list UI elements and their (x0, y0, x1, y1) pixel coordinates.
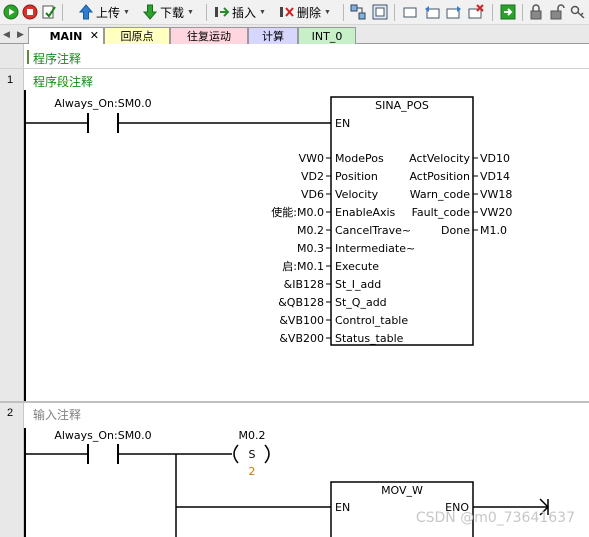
block-name: SINA_POS (375, 99, 429, 112)
upload-label: 上传 (96, 5, 121, 20)
contact-always-on-2[interactable] (87, 444, 119, 464)
input-operand[interactable]: M0.2 (297, 224, 324, 237)
network-2-comment[interactable]: 输入注释 (33, 406, 81, 423)
remove-bookmarks-icon[interactable] (468, 4, 484, 20)
tab-main-label: MAIN (49, 30, 83, 43)
output-operand[interactable]: VW20 (480, 206, 512, 219)
tab-home[interactable]: 回原点 (104, 27, 170, 44)
ladder-diagram: Always_On:SM0.0 SINA_POS EN VW0 ModePos VD… (0, 90, 589, 537)
network-divider (0, 401, 589, 403)
goto-icon[interactable] (500, 4, 516, 20)
contact-label: Always_On:SM0.0 (54, 429, 151, 442)
delete-button[interactable]: 删除 ▼ (279, 3, 331, 21)
output-operand[interactable]: M1.0 (480, 224, 507, 237)
tab-calc-label: 计算 (262, 30, 284, 43)
input-operand[interactable]: 启:M0.1 (282, 260, 324, 273)
block-name: MOV_W (381, 484, 423, 497)
input-pin-name: ModePos (335, 152, 384, 165)
tab-home-label: 回原点 (120, 30, 154, 43)
coil-type: S (249, 448, 256, 461)
en-pin: EN (335, 501, 350, 514)
input-operand[interactable]: &VB100 (279, 314, 324, 327)
input-pin-name: Control_table (335, 314, 408, 327)
output-operand[interactable]: VD10 (480, 152, 510, 165)
input-pin-name: Velocity (335, 188, 379, 201)
input-pin-name: Execute (335, 260, 379, 273)
delete-icon (279, 4, 295, 20)
tab-bar: ◀ ▶ MAIN ✕ 回原点 往复运动 计算 INT_0 (0, 25, 589, 45)
input-operand[interactable]: M0.3 (297, 242, 324, 255)
ladder-editor[interactable]: 程序注释 1 程序段注释 Always_On:SM0.0 SINA_POS EN… (0, 44, 589, 537)
delete-label: 删除 (297, 5, 322, 20)
chevron-down-icon[interactable]: ▼ (259, 9, 266, 16)
chevron-down-icon[interactable]: ▼ (123, 9, 130, 16)
input-pin-name: St_I_add (335, 278, 381, 291)
tab-reciprocate[interactable]: 往复运动 (170, 27, 248, 44)
compile-icon[interactable] (41, 4, 57, 20)
download-button[interactable]: 下载 ▼ (142, 3, 194, 21)
coil-count: 2 (249, 465, 256, 478)
insert-label: 插入 (232, 5, 257, 20)
watermark: CSDN @m0_73641637 (415, 510, 575, 526)
tab-reciprocate-label: 往复运动 (187, 30, 231, 43)
prev-bookmark-icon[interactable] (424, 4, 440, 20)
bookmark-icon[interactable] (372, 4, 388, 20)
key-icon[interactable] (570, 4, 586, 20)
network-view-icon[interactable] (350, 4, 366, 20)
stop-icon[interactable] (22, 4, 38, 20)
tab-main[interactable]: MAIN ✕ (28, 27, 104, 45)
output-operand[interactable]: VW18 (480, 188, 512, 201)
output-pin-name: Done (441, 224, 470, 237)
input-operand[interactable]: VW0 (299, 152, 324, 165)
tab-int0[interactable]: INT_0 (298, 27, 356, 44)
lock-icon[interactable] (528, 4, 544, 20)
input-operand[interactable]: VD2 (301, 170, 324, 183)
input-pin-name: Intermediate~ (335, 242, 415, 255)
input-pin-name: Position (335, 170, 378, 183)
network-2-number: 2 (7, 407, 14, 419)
chevron-down-icon[interactable]: ▼ (324, 9, 331, 16)
input-operand[interactable]: 使能:M0.0 (271, 205, 324, 219)
en-pin: EN (335, 117, 350, 130)
input-operand[interactable]: VD6 (301, 188, 324, 201)
upload-button[interactable]: 上传 ▼ (78, 3, 130, 21)
next-bookmark-icon[interactable] (446, 4, 462, 20)
input-pin-name: Status_table (335, 332, 404, 345)
run-icon[interactable] (3, 4, 19, 20)
output-pin-name: Fault_code (412, 206, 471, 219)
tab-scroll-left-icon[interactable]: ◀ (3, 29, 10, 40)
contact-label: Always_On:SM0.0 (54, 97, 151, 110)
download-arrow-icon (142, 4, 158, 20)
input-operand[interactable]: &VB200 (279, 332, 324, 345)
tab-int0-label: INT_0 (311, 29, 343, 43)
coil-operand: M0.2 (239, 429, 266, 442)
input-pin-name: St_Q_add (335, 296, 387, 309)
input-pin-name: EnableAxis (335, 206, 396, 219)
output-pin-name: Warn_code (410, 188, 470, 201)
input-operand[interactable]: &QB128 (278, 296, 324, 309)
insert-icon (214, 4, 230, 20)
upload-arrow-icon (78, 4, 94, 20)
output-pin-name: ActVelocity (409, 152, 470, 165)
output-pin-name: ActPosition (409, 170, 470, 183)
download-label: 下载 (160, 5, 185, 20)
insert-button[interactable]: 插入 ▼ (214, 3, 266, 21)
close-icon[interactable]: ✕ (90, 29, 99, 42)
chevron-down-icon[interactable]: ▼ (187, 9, 194, 16)
box-icon[interactable] (402, 4, 418, 20)
tab-scroll-right-icon[interactable]: ▶ (17, 29, 24, 40)
unlock-icon[interactable] (549, 4, 565, 20)
output-operand[interactable]: VD14 (480, 170, 510, 183)
toolbar: 上传 ▼ 下载 ▼ 插入 ▼ 删除 ▼ (0, 0, 589, 25)
input-operand[interactable]: &IB128 (284, 278, 324, 291)
tab-calc[interactable]: 计算 (248, 27, 298, 44)
contact-always-on[interactable] (87, 113, 119, 133)
input-pin-name: CancelTrave~ (335, 224, 411, 237)
network-2-gutter[interactable] (0, 403, 24, 537)
